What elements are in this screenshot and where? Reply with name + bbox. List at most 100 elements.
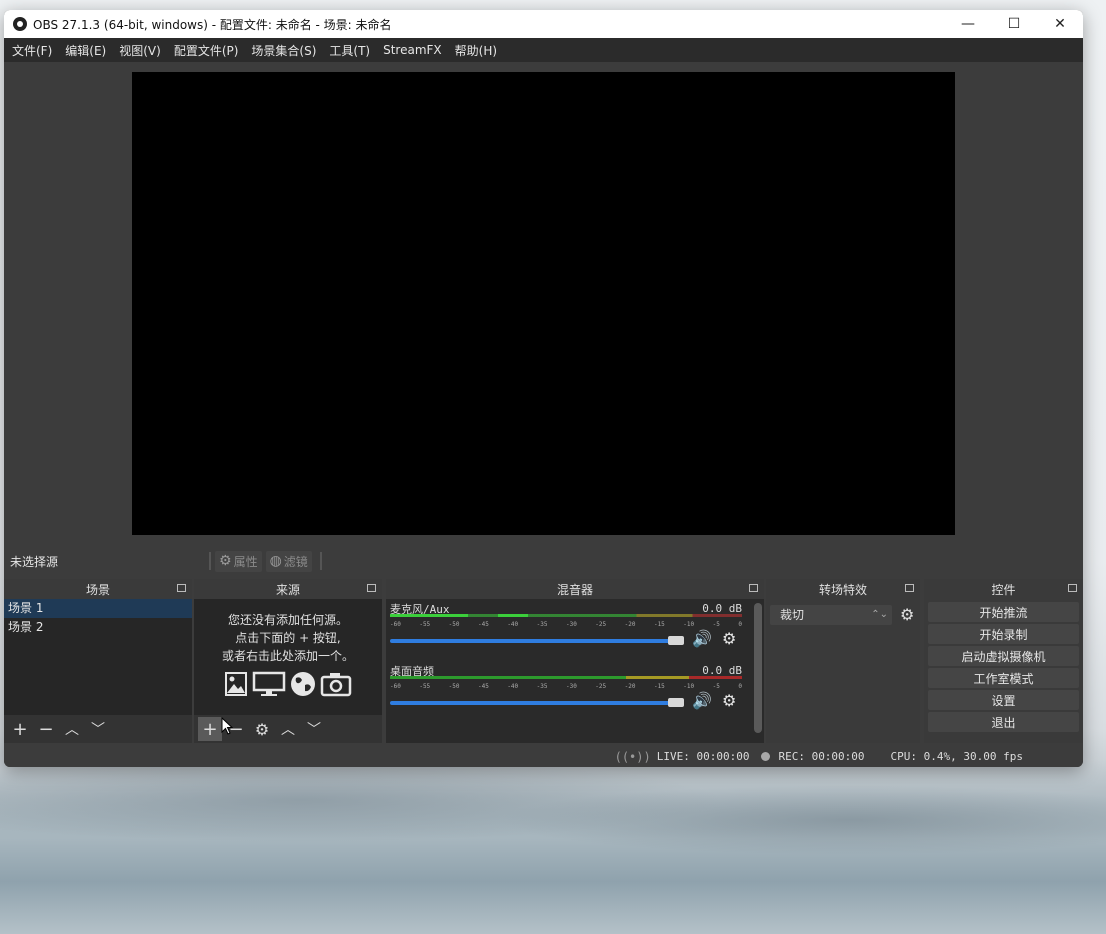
scenes-dock: 场景 场景 1 场景 2 + − ︿ ﹀ [4, 579, 192, 743]
exit-button[interactable]: 退出 [928, 712, 1079, 732]
mixer-channel: 麦克风/Aux 0.0 dB -60 -55 -50 -45 -40 -35 -… [386, 599, 764, 661]
empty-line: 或者右击此处添加一个。 [221, 649, 354, 663]
tick-label: -20 [624, 683, 636, 690]
tick-label: -15 [653, 621, 665, 628]
empty-line: 您还没有添加任何源。 [227, 613, 348, 627]
volume-slider[interactable] [390, 701, 680, 705]
scenes-dock-header: 场景 [4, 579, 192, 599]
controls-dock: 控件 开始推流 开始录制 启动虚拟摄像机 工作室模式 设置 退出 [924, 579, 1083, 743]
maximize-button[interactable]: ☐ [991, 10, 1037, 38]
monitor-icon [252, 671, 286, 696]
speaker-icon[interactable]: 🔊 [692, 691, 712, 710]
gear-icon[interactable]: ⚙ [722, 629, 736, 648]
move-up-button[interactable]: ︿ [276, 717, 300, 741]
tick-label: -40 [507, 683, 519, 690]
tick-label: -60 [390, 621, 401, 628]
volume-slider[interactable] [390, 639, 680, 643]
mixer-body: 麦克风/Aux 0.0 dB -60 -55 -50 -45 -40 -35 -… [386, 599, 764, 743]
move-down-button[interactable]: ﹀ [302, 717, 326, 741]
tick-label: -50 [448, 621, 460, 628]
meter-ticks: -60 -55 -50 -45 -40 -35 -30 -25 -20 -15 … [390, 621, 742, 631]
menu-edit[interactable]: 编辑(E) [60, 42, 111, 59]
volume-meter-level [390, 614, 468, 617]
no-source-label: 未选择源 [10, 554, 59, 569]
menu-help[interactable]: 帮助(H) [450, 42, 502, 59]
start-streaming-button[interactable]: 开始推流 [928, 602, 1079, 622]
menu-bar: 文件(F) 编辑(E) 视图(V) 配置文件(P) 场景集合(S) 工具(T) … [4, 38, 1083, 62]
menu-tools[interactable]: 工具(T) [324, 42, 375, 59]
undock-icon[interactable] [1068, 584, 1077, 592]
tick-label: -60 [390, 683, 401, 690]
transition-gear-icon[interactable]: ⚙ [900, 605, 914, 624]
undock-icon[interactable] [749, 584, 758, 592]
tick-label: -40 [507, 621, 519, 628]
tick-label: -50 [448, 683, 460, 690]
minimize-button[interactable]: — [945, 10, 991, 38]
gear-icon[interactable]: ⚙ [722, 691, 736, 710]
menu-streamfx[interactable]: StreamFX [378, 43, 447, 57]
sources-dock-header: 来源 [194, 579, 382, 599]
transition-selected: 裁切 [780, 608, 805, 622]
move-down-button[interactable]: ﹀ [86, 717, 110, 741]
tick-label: -35 [536, 683, 548, 690]
menu-file[interactable]: 文件(F) [7, 42, 57, 59]
close-button[interactable]: ✕ [1037, 10, 1083, 38]
status-bar: ((•)) LIVE: 00:00:00 REC: 00:00:00 CPU: … [4, 746, 1083, 767]
sources-list[interactable]: 您还没有添加任何源。 点击下面的 + 按钮, 或者右击此处添加一个。 [194, 599, 382, 715]
mixer-dock-header: 混音器 [386, 579, 764, 599]
sources-empty-message: 您还没有添加任何源。 点击下面的 + 按钮, 或者右击此处添加一个。 [194, 599, 382, 665]
speaker-icon[interactable]: 🔊 [692, 629, 712, 648]
properties-button[interactable]: ⚙ 属性 [215, 550, 262, 572]
controls-body: 开始推流 开始录制 启动虚拟摄像机 工作室模式 设置 退出 [924, 599, 1083, 743]
menu-view[interactable]: 视图(V) [114, 42, 166, 59]
scene-item[interactable]: 场景 1 [4, 599, 192, 618]
obs-window: OBS 27.1.3 (64-bit, windows) - 配置文件: 未命名… [4, 10, 1083, 767]
undock-icon[interactable] [177, 584, 186, 592]
menu-scene-collection[interactable]: 场景集合(S) [246, 42, 321, 59]
gear-icon: ⚙ [219, 553, 232, 569]
source-toolbar: 未选择源 ⚙ 属性 ◍ 滤镜 [4, 546, 1083, 576]
mixer-dock: 混音器 麦克风/Aux 0.0 dB -60 -55 -50 -45 -40 -… [386, 579, 764, 743]
mixer-title: 混音器 [556, 582, 593, 597]
live-timer: LIVE: 00:00:00 [656, 750, 750, 763]
scenes-title: 场景 [85, 582, 110, 597]
volume-slider-handle[interactable] [668, 636, 684, 645]
title-bar: OBS 27.1.3 (64-bit, windows) - 配置文件: 未命名… [4, 10, 1083, 38]
remove-scene-button[interactable]: − [34, 717, 58, 741]
tick-label: -15 [653, 683, 665, 690]
tick-label: -20 [624, 621, 636, 628]
filter-icon: ◍ [269, 553, 282, 569]
preview-canvas[interactable] [132, 72, 955, 535]
undock-icon[interactable] [367, 584, 376, 592]
live-broadcast-icon: ((•)) [614, 749, 651, 764]
filters-label: 滤镜 [283, 554, 308, 569]
mixer-scrollbar[interactable] [754, 603, 762, 733]
add-source-button[interactable]: + [198, 717, 222, 741]
settings-button[interactable]: 设置 [928, 690, 1079, 710]
studio-mode-button[interactable]: 工作室模式 [928, 668, 1079, 688]
tick-label: -30 [565, 621, 577, 628]
add-scene-button[interactable]: + [8, 717, 32, 741]
transitions-title: 转场特效 [818, 582, 867, 597]
source-properties-gear-icon[interactable]: ⚙ [250, 717, 274, 741]
rec-timer: REC: 00:00:00 [778, 750, 865, 763]
transition-select[interactable]: 裁切 ⌃⌄ [770, 605, 892, 625]
window-title: OBS 27.1.3 (64-bit, windows) - 配置文件: 未命名… [33, 17, 392, 32]
volume-meter-level [498, 614, 528, 617]
spinner-arrows-icon: ⌃⌄ [871, 609, 888, 620]
move-up-button[interactable]: ︿ [60, 717, 84, 741]
start-recording-button[interactable]: 开始录制 [928, 624, 1079, 644]
start-virtual-camera-button[interactable]: 启动虚拟摄像机 [928, 646, 1079, 666]
desktop-wallpaper [0, 760, 1106, 934]
scene-item[interactable]: 场景 2 [4, 618, 192, 637]
meter-ticks: -60 -55 -50 -45 -40 -35 -30 -25 -20 -15 … [390, 683, 742, 693]
filters-button[interactable]: ◍ 滤镜 [265, 550, 312, 572]
tick-label: -25 [595, 683, 607, 690]
volume-slider-handle[interactable] [668, 698, 684, 707]
undock-icon[interactable] [905, 584, 914, 592]
tick-label: -5 [712, 621, 720, 628]
tick-label: -5 [712, 683, 720, 690]
menu-profile[interactable]: 配置文件(P) [169, 42, 244, 59]
tick-label: 0 [738, 683, 742, 690]
controls-title: 控件 [991, 582, 1016, 597]
